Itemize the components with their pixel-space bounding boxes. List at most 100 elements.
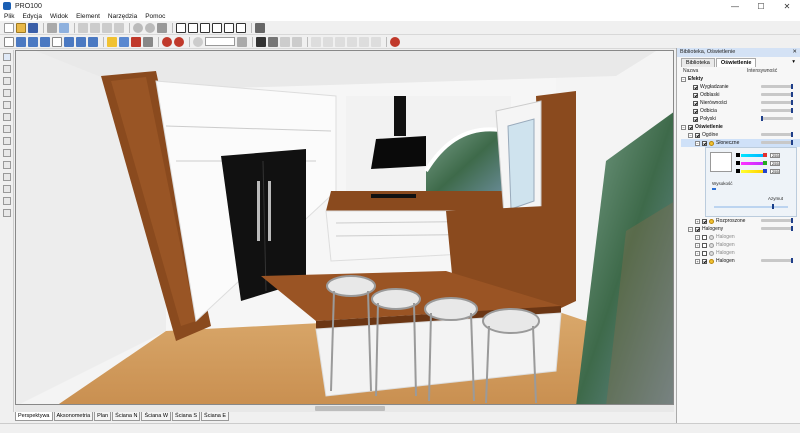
channel-value[interactable]: 255 xyxy=(770,152,780,158)
slider-knob[interactable] xyxy=(761,116,763,121)
collapse-icon[interactable]: − xyxy=(688,226,693,232)
collapse-icon[interactable]: − xyxy=(681,124,686,130)
shaded-icon[interactable] xyxy=(64,36,74,47)
collapse-icon[interactable]: − xyxy=(688,132,693,138)
pan-icon[interactable] xyxy=(268,36,278,47)
checkbox[interactable] xyxy=(702,242,707,248)
view-layout-icon[interactable] xyxy=(236,22,246,33)
tree-halogen[interactable]: + Halogen xyxy=(681,233,800,241)
view-side-icon[interactable] xyxy=(200,22,210,33)
slider-knob[interactable] xyxy=(791,84,793,89)
tab-wall-w[interactable]: Ściana W xyxy=(141,412,172,421)
properties-icon[interactable] xyxy=(157,22,167,33)
tree-halogen[interactable]: + Halogen xyxy=(681,249,800,257)
intensity-slider[interactable] xyxy=(761,84,793,89)
tab-wall-s[interactable]: Ściana S xyxy=(172,412,201,421)
fit-view-icon[interactable] xyxy=(256,36,266,47)
checkbox[interactable] xyxy=(702,250,707,256)
tab-library[interactable]: Biblioteka xyxy=(681,58,715,67)
arrow-up-icon[interactable] xyxy=(323,36,333,47)
arrow-left-icon[interactable] xyxy=(335,36,345,47)
checkbox[interactable] xyxy=(693,116,698,122)
collapse-icon[interactable]: − xyxy=(695,140,700,146)
distribute-icon[interactable] xyxy=(292,36,302,47)
intensity-slider[interactable] xyxy=(761,218,793,223)
slider-knob[interactable] xyxy=(791,108,793,113)
chevron-down-icon[interactable]: ▾ xyxy=(788,58,799,67)
tool-4-icon[interactable] xyxy=(3,89,11,97)
tab-plan[interactable]: Plan xyxy=(94,412,112,421)
camera-icon[interactable] xyxy=(119,36,129,47)
measure-icon[interactable] xyxy=(143,36,153,47)
menu-file[interactable]: Plik xyxy=(0,13,18,20)
zoom-dropdown-icon[interactable] xyxy=(237,36,247,47)
view-top-icon[interactable] xyxy=(188,22,198,33)
height-slider[interactable] xyxy=(712,188,716,190)
slider-knob[interactable] xyxy=(791,92,793,97)
tool-14-icon[interactable] xyxy=(3,209,11,217)
stop-icon[interactable] xyxy=(174,36,184,47)
maximize-button[interactable]: ☐ xyxy=(748,0,774,12)
tool-8-icon[interactable] xyxy=(3,137,11,145)
checkbox[interactable] xyxy=(693,84,698,90)
slider-knob[interactable] xyxy=(791,226,793,231)
align-icon[interactable] xyxy=(280,36,290,47)
rotate-icon[interactable] xyxy=(28,36,38,47)
checkbox[interactable] xyxy=(693,108,698,114)
tree-item[interactable]: Połyski xyxy=(681,115,800,123)
save-icon[interactable] xyxy=(28,22,38,33)
tree-sun[interactable]: − Słoneczne xyxy=(681,139,800,147)
scroll-thumb[interactable] xyxy=(315,406,385,411)
intensity-slider[interactable] xyxy=(761,226,793,231)
paste-icon[interactable] xyxy=(102,22,112,33)
settings-icon[interactable] xyxy=(390,36,400,47)
azimuth-slider[interactable] xyxy=(714,206,788,208)
3d-viewport[interactable] xyxy=(15,50,674,405)
tab-wall-n[interactable]: Ściana N xyxy=(112,412,141,421)
tree-halogen[interactable]: + Halogen xyxy=(681,257,800,265)
intensity-slider[interactable] xyxy=(761,258,793,263)
render-icon[interactable] xyxy=(88,36,98,47)
horizontal-scrollbar[interactable] xyxy=(15,405,674,412)
checkbox[interactable] xyxy=(702,258,707,264)
tool-5-icon[interactable] xyxy=(3,101,11,109)
checkbox[interactable] xyxy=(693,100,698,106)
group-icon[interactable] xyxy=(371,36,381,47)
tree-effects[interactable]: − Efekty xyxy=(681,75,800,83)
intensity-slider[interactable] xyxy=(761,140,793,145)
tool-13-icon[interactable] xyxy=(3,197,11,205)
checkbox[interactable] xyxy=(702,218,707,224)
slider-knob[interactable] xyxy=(791,100,793,105)
redo-icon[interactable] xyxy=(145,22,155,33)
menu-tools[interactable]: Narzędzia xyxy=(104,13,141,20)
checkbox[interactable] xyxy=(688,124,693,130)
tool-2-icon[interactable] xyxy=(3,65,11,73)
zoom-icon[interactable] xyxy=(193,36,203,47)
tree-item[interactable]: Wygładzanie xyxy=(681,83,800,91)
tree-general[interactable]: − Ogólne xyxy=(681,131,800,139)
record-icon[interactable] xyxy=(131,36,141,47)
channel-slider[interactable] xyxy=(741,161,763,165)
tree-item[interactable]: Nierówności xyxy=(681,99,800,107)
print-preview-icon[interactable] xyxy=(59,22,69,33)
azimuth-knob[interactable] xyxy=(772,204,774,209)
tab-lighting[interactable]: Oświetlenie xyxy=(715,58,757,67)
checkbox[interactable] xyxy=(695,132,700,138)
checkbox[interactable] xyxy=(702,140,707,146)
menu-view[interactable]: Widok xyxy=(46,13,72,20)
expand-icon[interactable]: + xyxy=(695,234,700,240)
scale-icon[interactable] xyxy=(40,36,50,47)
arrow-right-icon[interactable] xyxy=(347,36,357,47)
wireframe-icon[interactable] xyxy=(52,36,62,47)
tree-item[interactable]: Odbicia xyxy=(681,107,800,115)
intensity-slider[interactable] xyxy=(761,132,793,137)
zoom-input[interactable] xyxy=(205,37,235,46)
slider-knob[interactable] xyxy=(791,258,793,263)
view-grid-icon[interactable] xyxy=(224,22,234,33)
tree-lighting[interactable]: − Oświetlenie xyxy=(681,123,800,131)
new-file-icon[interactable] xyxy=(4,22,14,33)
copy-icon[interactable] xyxy=(90,22,100,33)
pointer-tool-icon[interactable] xyxy=(3,53,11,61)
move-icon[interactable] xyxy=(16,36,26,47)
view-back-icon[interactable] xyxy=(212,22,222,33)
